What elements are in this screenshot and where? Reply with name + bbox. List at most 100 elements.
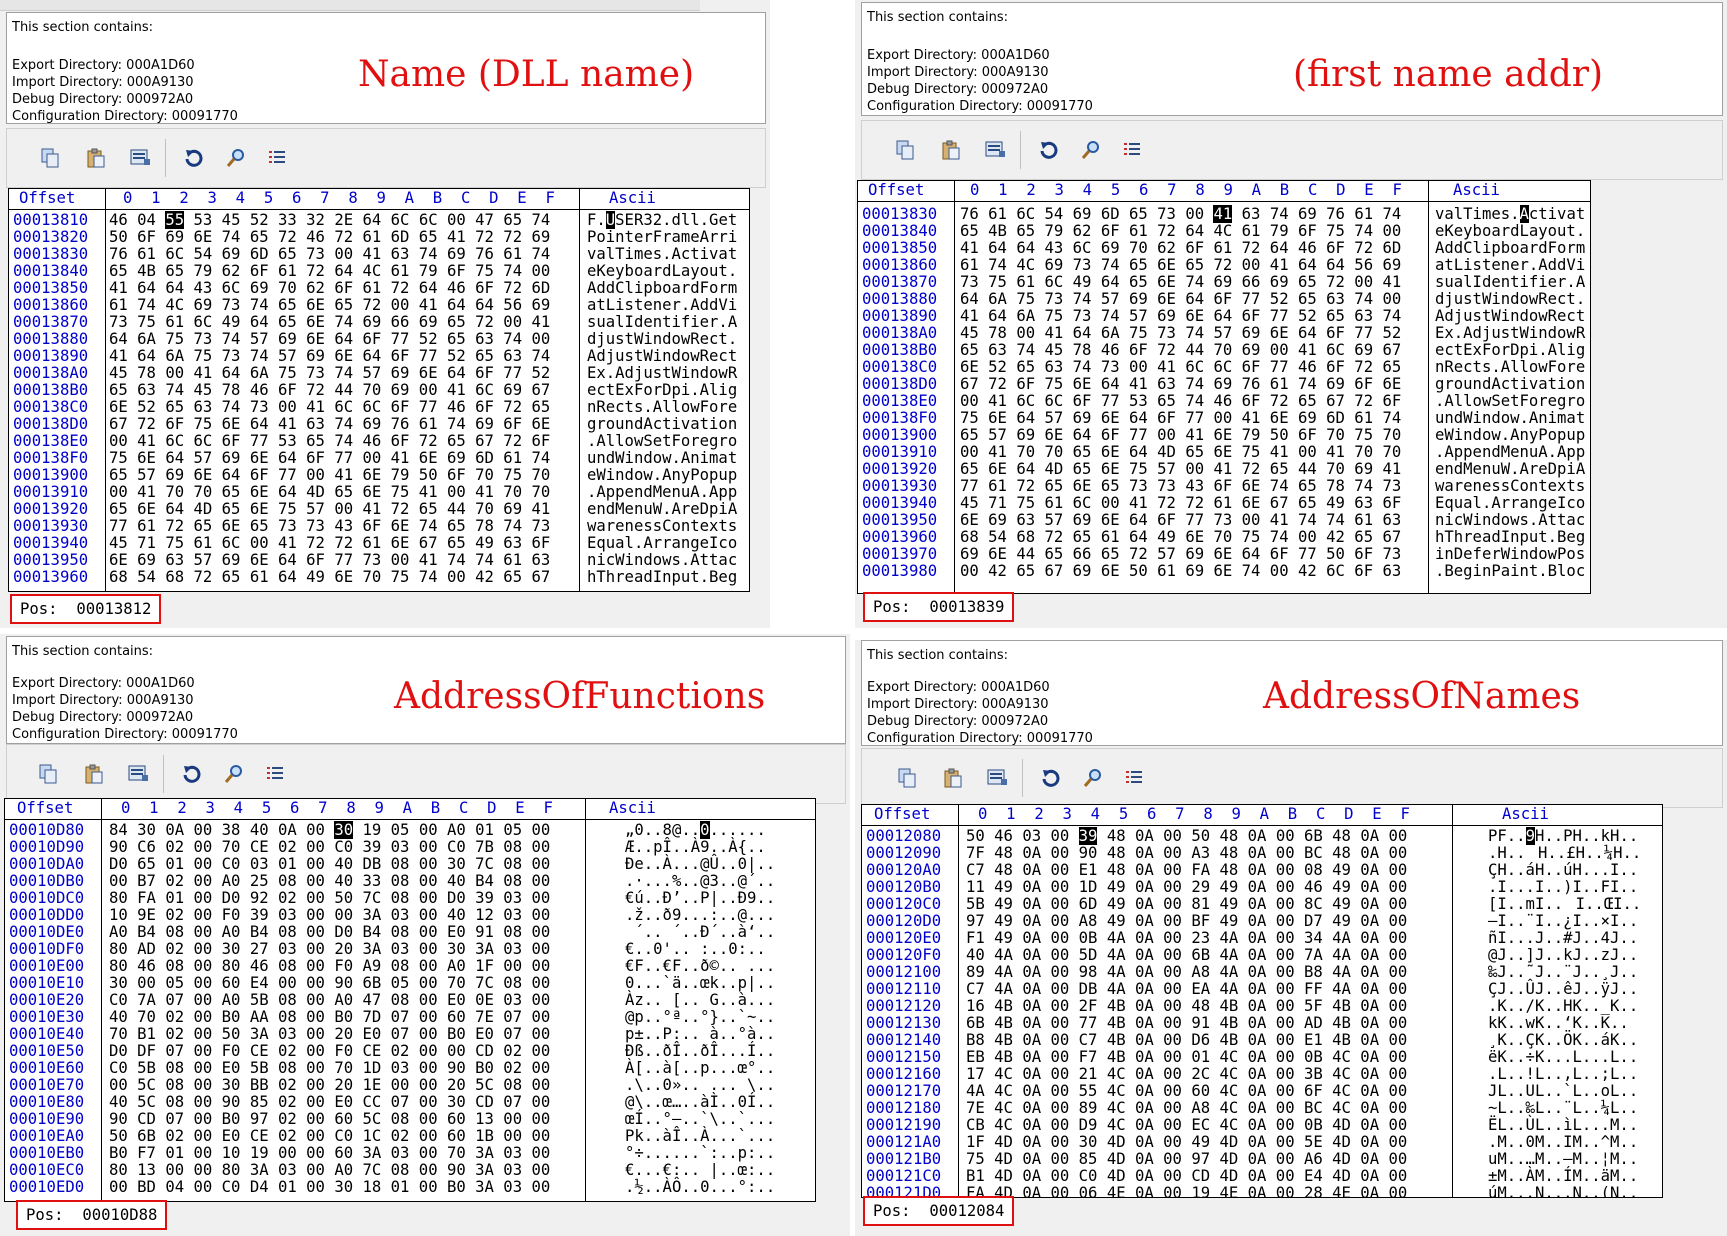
paste-button[interactable] bbox=[936, 135, 966, 165]
export-directory-line: Export Directory: 000A1D60 bbox=[867, 48, 1050, 63]
paste-icon bbox=[87, 148, 105, 168]
hex-view[interactable]: Offset 0 1 2 3 4 5 6 7 8 9 A B C D E F A… bbox=[4, 798, 816, 1202]
search-icon bbox=[224, 765, 242, 783]
cursor-char[interactable]: U bbox=[605, 211, 616, 229]
toolbar-separator bbox=[1020, 131, 1021, 169]
position-box: Pos: 00013812 bbox=[10, 594, 162, 624]
toolbar bbox=[6, 128, 766, 188]
toolbar-separator bbox=[163, 755, 164, 793]
hex-header: Offset 0 1 2 3 4 5 6 7 8 9 A B C D E F A… bbox=[5, 799, 815, 820]
hex-bytes[interactable]: 84 30 0A 00 38 40 0A 00 30 19 05 00 A0 0… bbox=[109, 821, 550, 1196]
pos-value: 00013839 bbox=[929, 598, 1005, 616]
offset-column: 00012080 00012090 000120A0 000120B0 0001… bbox=[866, 827, 942, 1198]
disassemble-icon bbox=[130, 149, 150, 165]
hex-panel-address-of-functions: This section contains: Export Directory:… bbox=[0, 634, 850, 1236]
search-icon bbox=[1081, 141, 1099, 159]
horizontal-scrollbar[interactable] bbox=[0, 0, 700, 11]
refresh-icon bbox=[185, 149, 203, 167]
disassemble-icon bbox=[987, 769, 1007, 785]
cursor-char[interactable]: A bbox=[1519, 205, 1529, 223]
offset-header: Offset bbox=[19, 189, 76, 207]
list-button[interactable] bbox=[1119, 763, 1149, 793]
paste-icon bbox=[85, 764, 103, 784]
annotation-caption: Name (DLL name) bbox=[358, 54, 695, 95]
export-directory-line: Export Directory: 000A1D60 bbox=[12, 676, 195, 691]
hex-view[interactable]: Offset 0 1 2 3 4 5 6 7 8 9 A B C D E F A… bbox=[8, 188, 750, 592]
cursor-byte[interactable]: 55 bbox=[165, 211, 185, 229]
search-button[interactable] bbox=[219, 759, 249, 789]
search-button[interactable] bbox=[221, 143, 251, 173]
ascii-column[interactable]: valTimes.Activat eKeyboardLayout. AddCli… bbox=[1435, 205, 1585, 580]
copy-icon bbox=[896, 140, 914, 160]
disassemble-button[interactable] bbox=[123, 759, 153, 789]
position-box: Pos: 00013839 bbox=[863, 592, 1015, 622]
copy-button[interactable] bbox=[892, 763, 922, 793]
refresh-button[interactable] bbox=[1036, 763, 1066, 793]
ascii-header: Ascii bbox=[609, 189, 656, 207]
paste-button[interactable] bbox=[79, 759, 109, 789]
pos-value: 00012084 bbox=[929, 1202, 1005, 1220]
import-directory-line: Import Directory: 000A9130 bbox=[12, 75, 194, 90]
list-icon bbox=[269, 151, 285, 163]
offset-column: 00013830 00013840 00013850 00013860 0001… bbox=[862, 205, 938, 580]
position-box: Pos: 00012084 bbox=[863, 1196, 1015, 1226]
hex-header: Offset 0 1 2 3 4 5 6 7 8 9 A B C D E F A… bbox=[858, 181, 1590, 202]
ascii-column[interactable]: PF..9H..PH..kH.. .H..H..£H..¼H.. ÇH..áH… bbox=[1488, 827, 1641, 1197]
cursor-byte[interactable]: 30 bbox=[334, 821, 354, 839]
list-button[interactable] bbox=[260, 759, 290, 789]
export-directory-line: Export Directory: 000A1D60 bbox=[12, 58, 195, 73]
copy-button[interactable] bbox=[890, 135, 920, 165]
cursor-char[interactable]: 0 bbox=[700, 821, 710, 839]
refresh-button[interactable] bbox=[179, 143, 209, 173]
annotation-caption: AddressOfFunctions bbox=[394, 676, 766, 717]
hex-view[interactable]: Offset 0 1 2 3 4 5 6 7 8 9 A B C D E F A… bbox=[857, 180, 1591, 594]
import-directory-line: Import Directory: 000A9130 bbox=[867, 697, 1049, 712]
copy-icon bbox=[41, 148, 59, 168]
ascii-column[interactable]: F.USER32.dll.Get PointerFrameArri valTim… bbox=[587, 211, 737, 586]
pos-label: Pos: bbox=[873, 598, 911, 616]
column-headers: 0 1 2 3 4 5 6 7 8 9 A B C D E F bbox=[970, 181, 1402, 199]
pos-value: 00010D88 bbox=[82, 1206, 158, 1224]
disassemble-button[interactable] bbox=[125, 143, 155, 173]
paste-button[interactable] bbox=[938, 763, 968, 793]
import-directory-line: Import Directory: 000A9130 bbox=[867, 65, 1049, 80]
offset-header: Offset bbox=[874, 805, 931, 823]
copy-button[interactable] bbox=[33, 759, 63, 789]
pos-label: Pos: bbox=[20, 600, 58, 618]
disassemble-icon bbox=[985, 141, 1005, 157]
toolbar bbox=[861, 748, 1723, 808]
copy-icon bbox=[39, 764, 57, 784]
cursor-char[interactable]: 9 bbox=[1525, 827, 1535, 845]
copy-button[interactable] bbox=[35, 143, 65, 173]
list-button[interactable] bbox=[262, 143, 292, 173]
hex-panel-name: This section contains: Export Directory:… bbox=[0, 0, 770, 628]
cursor-byte[interactable]: 41 bbox=[1213, 205, 1233, 223]
refresh-button[interactable] bbox=[177, 759, 207, 789]
debug-directory-line: Debug Directory: 000972A0 bbox=[867, 714, 1049, 729]
configuration-directory-line: Configuration Directory: 00091770 bbox=[867, 731, 1093, 746]
refresh-icon bbox=[183, 765, 201, 783]
search-button[interactable] bbox=[1078, 763, 1108, 793]
debug-directory-line: Debug Directory: 000972A0 bbox=[12, 710, 194, 725]
export-directory-line: Export Directory: 000A1D60 bbox=[867, 680, 1050, 695]
hex-bytes[interactable]: 50 46 03 00 39 48 0A 00 50 48 0A 00 6B 4… bbox=[966, 827, 1407, 1197]
annotation-caption: (first name addr) bbox=[1293, 54, 1603, 95]
hex-bytes[interactable]: 46 04 55 53 45 52 33 32 2E 64 6C 6C 00 4… bbox=[109, 211, 550, 586]
offset-header: Offset bbox=[17, 799, 74, 817]
column-headers: 0 1 2 3 4 5 6 7 8 9 A B C D E F bbox=[121, 799, 553, 817]
list-button[interactable] bbox=[1117, 135, 1147, 165]
search-button[interactable] bbox=[1076, 135, 1106, 165]
ascii-column[interactable]: „0..8@..0...... Æ..pÎ..À9..À{.. Ðe..À...… bbox=[625, 821, 775, 1196]
cursor-byte[interactable]: 39 bbox=[1078, 827, 1098, 845]
pos-label: Pos: bbox=[26, 1206, 64, 1224]
disassemble-button[interactable] bbox=[980, 135, 1010, 165]
configuration-directory-line: Configuration Directory: 00091770 bbox=[12, 109, 238, 124]
hex-bytes[interactable]: 76 61 6C 54 69 6D 65 73 00 41 63 74 69 7… bbox=[960, 205, 1401, 580]
refresh-button[interactable] bbox=[1034, 135, 1064, 165]
hex-header: Offset 0 1 2 3 4 5 6 7 8 9 A B C D E F A… bbox=[862, 805, 1662, 826]
disassemble-button[interactable] bbox=[982, 763, 1012, 793]
debug-directory-line: Debug Directory: 000972A0 bbox=[867, 82, 1049, 97]
hex-view[interactable]: Offset 0 1 2 3 4 5 6 7 8 9 A B C D E F A… bbox=[861, 804, 1663, 1198]
paste-button[interactable] bbox=[81, 143, 111, 173]
toolbar bbox=[6, 744, 846, 804]
